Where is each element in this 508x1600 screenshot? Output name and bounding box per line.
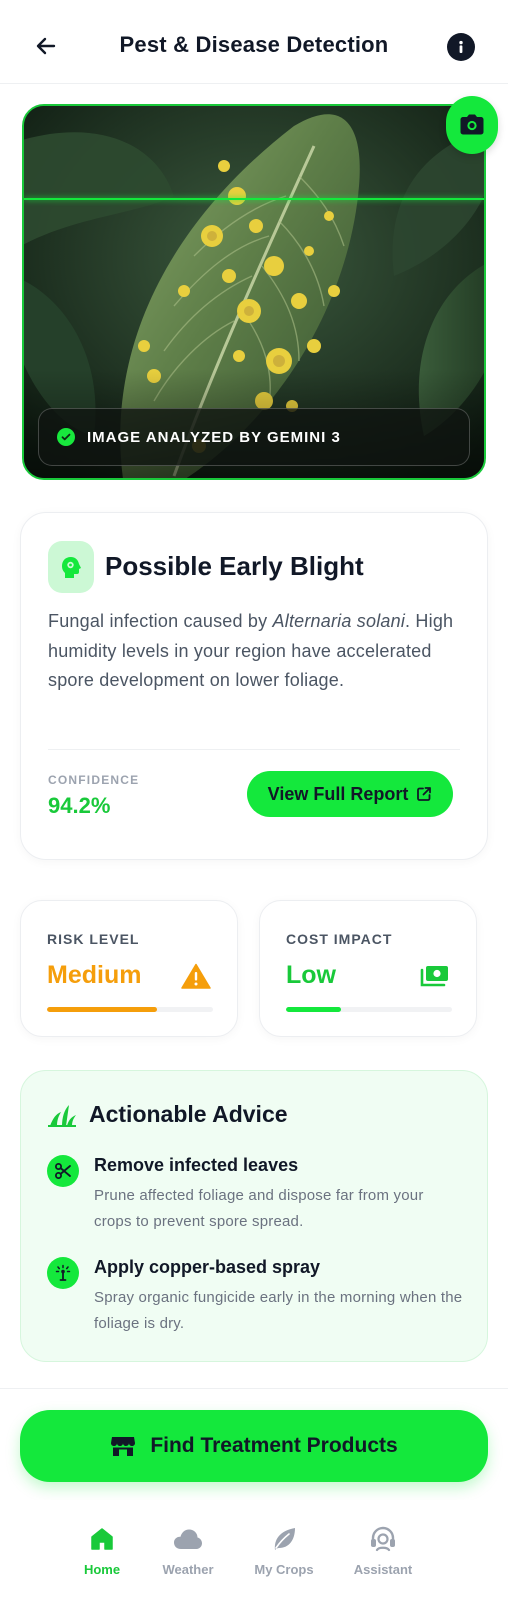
find-treatment-products-button[interactable]: Find Treatment Products [20,1410,488,1482]
confidence-label: CONFIDENCE [48,773,140,787]
analysis-badge-text: IMAGE ANALYZED BY GEMINI 3 [87,428,341,446]
check-circle-icon [57,428,75,446]
nav-item-label: Home [83,1562,121,1577]
external-link-icon [417,787,432,801]
warning-icon [181,961,211,991]
storefront-icon [111,1437,136,1456]
leaf-icon [269,1524,299,1554]
advice-item-desc: Prune affected foliage and dispose far f… [94,1187,424,1230]
actionable-advice-card: Actionable Advice Remove infected leaves… [20,1070,488,1362]
diagnosis-description: Fungal infection caused by Alternaria so… [48,607,468,696]
cost-impact-bar-fill [286,1007,341,1012]
diagnosis-desc-prefix: Fungal infection caused by [48,611,273,631]
cloud-icon [173,1524,203,1554]
scissors-icon [47,1155,79,1187]
find-treatment-products-label: Find Treatment Products [150,1434,398,1457]
risk-level-bar [47,1007,213,1012]
diagnosis-card: Possible Early Blight Fungal infection c… [20,512,488,860]
risk-level-label: RISK LEVEL [47,931,140,947]
camera-icon [460,114,484,135]
sprinkler-icon [47,1257,79,1289]
advice-item-title: Remove infected leaves [94,1155,299,1175]
cost-impact-value: Low [286,961,336,989]
scan-line [24,198,484,200]
diagnosis-title: Possible Early Blight [105,551,364,581]
view-full-report-label: View Full Report [267,783,409,804]
analysis-badge: IMAGE ANALYZED BY GEMINI 3 [38,408,470,466]
confidence-value: 94.2% [48,793,111,818]
headset-icon [368,1524,398,1554]
view-full-report-button[interactable]: View Full Report [247,771,453,817]
risk-level-bar-fill [47,1007,157,1012]
nav-item-my-crops[interactable]: My Crops [239,1524,329,1577]
nav-item-label: Assistant [353,1562,413,1577]
analyzed-leaf-image: IMAGE ANALYZED BY GEMINI 3 [22,104,486,480]
bottom-navigation: Home Weather My Crops Assistant [0,1500,508,1600]
divider [48,749,460,750]
footer-divider [0,1388,508,1389]
nav-item-home[interactable]: Home [57,1524,147,1577]
risk-level-value: Medium [47,961,142,989]
cost-impact-card: COST IMPACT Low [259,900,477,1037]
bug-report-icon [48,541,94,593]
home-icon [87,1524,117,1554]
grass-icon [48,1104,76,1127]
advice-title: Actionable Advice [89,1101,288,1127]
risk-level-card: RISK LEVEL Medium [20,900,238,1037]
cost-impact-bar [286,1007,452,1012]
nav-item-weather[interactable]: Weather [143,1524,233,1577]
advice-item-desc: Spray organic fungicide early in the mor… [94,1289,463,1332]
advice-item-title: Apply copper-based spray [94,1257,321,1277]
cost-impact-label: COST IMPACT [286,931,393,947]
nav-item-label: Weather [162,1562,214,1577]
page-title: Pest & Disease Detection [119,32,389,57]
camera-button[interactable] [446,96,498,154]
money-icon [420,961,450,991]
advice-header: Actionable Advice [47,1101,288,1128]
nav-item-assistant[interactable]: Assistant [338,1524,428,1577]
info-button[interactable] [447,33,475,61]
pathogen-name: Alternaria solani [272,611,406,631]
info-icon [459,40,463,53]
nav-item-label: My Crops [254,1562,314,1577]
app-header: Pest & Disease Detection [0,0,508,84]
